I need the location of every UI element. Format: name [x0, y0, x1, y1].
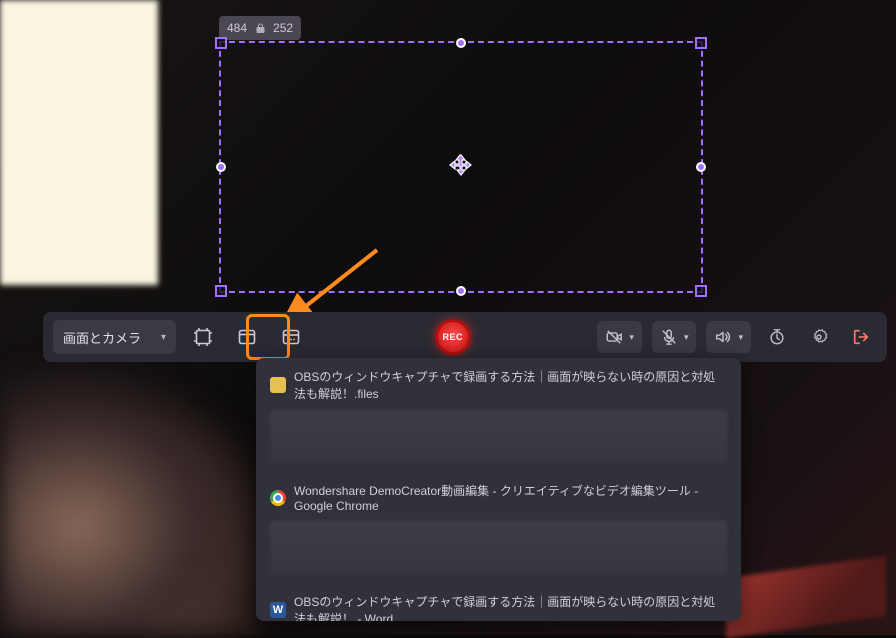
record-button[interactable]: REC	[435, 319, 471, 355]
window-list-item[interactable]: Wondershare DemoCreator動画編集 - クリエイティブなビデ…	[256, 472, 741, 519]
capture-mode-select[interactable]: 画面とカメラ ▾	[53, 320, 176, 354]
crop-region-button[interactable]	[186, 320, 220, 354]
chevron-down-icon: ▾	[161, 332, 166, 343]
chevron-down-icon: ▾	[738, 332, 743, 343]
settings-button[interactable]	[803, 321, 835, 353]
word-icon: W	[270, 602, 286, 618]
edge-handle-left[interactable]	[216, 162, 226, 172]
system-audio-toggle[interactable]: ▾	[706, 321, 751, 353]
window-thumbnail	[270, 521, 727, 575]
window-capture-button[interactable]	[230, 320, 264, 354]
edge-handle-right[interactable]	[696, 162, 706, 172]
webcam-toggle[interactable]: ▾	[597, 321, 642, 353]
recorder-toolbar: 画面とカメラ ▾ REC ▾ ▾ ▾	[43, 312, 887, 362]
window-list-item[interactable]: OBSのウィンドウキャプチャで録画する方法｜画面が映らない時の原因と対処法も解説…	[256, 358, 741, 408]
speaker-icon	[714, 328, 732, 346]
selection-height-value: 252	[273, 21, 293, 35]
exit-button[interactable]	[845, 321, 877, 353]
window-thumbnail	[270, 410, 727, 464]
chevron-down-icon: ▾	[629, 332, 634, 343]
microphone-toggle[interactable]: ▾	[652, 321, 697, 353]
background-light-area	[0, 0, 158, 285]
window-list-item[interactable]: W OBSのウィンドウキャプチャで録画する方法｜画面が映らない時の原因と対処法も…	[256, 583, 741, 621]
window-item-label: OBSのウィンドウキャプチャで録画する方法｜画面が映らない時の原因と対処法も解説…	[294, 593, 727, 621]
folder-icon	[270, 377, 286, 393]
chrome-icon	[270, 490, 286, 506]
capture-mode-label: 画面とカメラ	[63, 328, 141, 347]
window-item-label: Wondershare DemoCreator動画編集 - クリエイティブなビデ…	[294, 482, 727, 513]
edge-handle-top[interactable]	[456, 38, 466, 48]
background-blur-people	[0, 365, 260, 635]
game-capture-button[interactable]	[274, 320, 308, 354]
edge-handle-bottom[interactable]	[456, 286, 466, 296]
window-item-label: OBSのウィンドウキャプチャで録画する方法｜画面が映らない時の原因と対処法も解説…	[294, 368, 727, 402]
timer-button[interactable]	[761, 321, 793, 353]
mic-off-icon	[660, 328, 678, 346]
window-select-popup: OBSのウィンドウキャプチャで録画する方法｜画面が映らない時の原因と対処法も解説…	[256, 358, 741, 621]
webcam-off-icon	[605, 328, 623, 346]
selection-width-value: 484	[227, 21, 247, 35]
selection-dimensions[interactable]: 484 252	[219, 16, 301, 40]
chevron-down-icon: ▾	[684, 332, 689, 343]
lock-icon[interactable]	[255, 23, 265, 34]
record-label: REC	[442, 332, 463, 342]
